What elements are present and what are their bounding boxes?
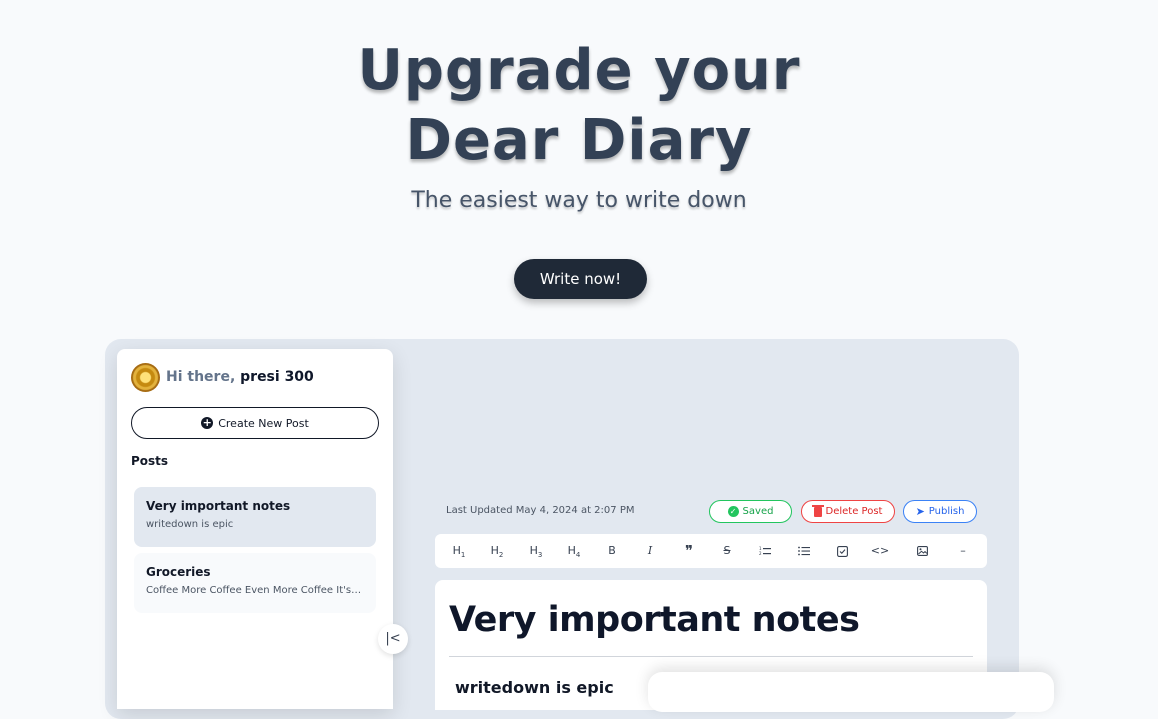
code-icon: <> <box>870 544 890 557</box>
horizontal-rule-button[interactable]: – <box>951 534 975 568</box>
post-excerpt: Coffee More Coffee Even More Coffee It's… <box>146 585 364 596</box>
hero-subtitle: The easiest way to write down <box>411 188 747 213</box>
post-title: Groceries <box>146 565 211 579</box>
send-icon: ➤ <box>915 505 925 518</box>
quote-icon: ❞ <box>684 542 694 560</box>
bullet-list-button[interactable] <box>792 534 816 568</box>
create-new-post-label: Create New Post <box>218 416 309 430</box>
checkbox-icon <box>836 545 848 557</box>
delete-post-label: Delete Post <box>825 506 883 517</box>
hero-title-line-2: Dear Diary <box>405 108 753 173</box>
title-divider <box>449 656 973 657</box>
greeting: Hi there, presi 300 <box>166 369 314 385</box>
svg-text:2: 2 <box>759 551 762 556</box>
document-body[interactable]: writedown is epic <box>455 678 614 697</box>
heading-1-button[interactable]: H1 <box>447 534 471 568</box>
heading-3-button[interactable]: H3 <box>524 534 548 568</box>
ordered-list-button[interactable]: 12 <box>753 534 777 568</box>
image-button[interactable] <box>910 534 934 568</box>
heading-4-button[interactable]: H4 <box>562 534 586 568</box>
bullet-list-icon <box>798 546 810 556</box>
username: presi 300 <box>240 369 314 385</box>
image-icon <box>916 546 928 556</box>
write-now-button[interactable]: Write now! <box>514 259 647 299</box>
last-updated-text: Last Updated May 4, 2024 at 2:07 PM <box>446 505 635 516</box>
bold-icon: B <box>608 544 616 557</box>
sidebar: Hi there, presi 300 + Create New Post Po… <box>117 349 393 709</box>
ordered-list-icon: 12 <box>759 546 771 556</box>
heading-2-button[interactable]: H2 <box>485 534 509 568</box>
post-title: Very important notes <box>146 499 291 513</box>
post-excerpt: writedown is epic <box>146 519 234 530</box>
italic-button[interactable]: I <box>638 534 662 568</box>
saved-status-badge: ✓ Saved <box>709 500 792 523</box>
bold-button[interactable]: B <box>600 534 624 568</box>
publish-label: Publish <box>928 506 965 517</box>
floating-panel <box>648 672 1054 712</box>
strikethrough-button[interactable]: S <box>715 534 739 568</box>
collapse-sidebar-icon[interactable]: |< <box>378 624 408 654</box>
code-button[interactable]: <> <box>868 534 892 568</box>
posts-heading: Posts <box>131 454 169 468</box>
plus-circle-icon: + <box>201 416 214 429</box>
horizontal-rule-icon: – <box>960 544 966 557</box>
saved-label: Saved <box>742 506 774 517</box>
create-new-post-button[interactable]: + Create New Post <box>131 407 379 439</box>
task-list-button[interactable] <box>830 534 854 568</box>
hero-title-line-1: Upgrade your <box>357 38 801 103</box>
italic-icon: I <box>647 544 653 557</box>
publish-button[interactable]: ➤ Publish <box>903 500 977 523</box>
hero-title: Upgrade your Dear Diary <box>0 36 1158 176</box>
editor-toolbar: H1 H2 H3 H4 B I ❞ S 12 <> – <box>435 534 987 568</box>
avatar[interactable] <box>131 363 160 392</box>
post-item-active[interactable]: Very important notes writedown is epic <box>134 487 376 547</box>
delete-post-button[interactable]: Delete Post <box>801 500 895 523</box>
greeting-text: Hi there, <box>166 369 236 385</box>
quote-button[interactable]: ❞ <box>677 534 701 568</box>
check-circle-icon: ✓ <box>727 506 739 517</box>
strikethrough-icon: S <box>723 544 731 557</box>
post-item[interactable]: Groceries Coffee More Coffee Even More C… <box>134 553 376 613</box>
document-title[interactable]: Very important notes <box>449 600 860 640</box>
trash-icon <box>811 504 824 517</box>
